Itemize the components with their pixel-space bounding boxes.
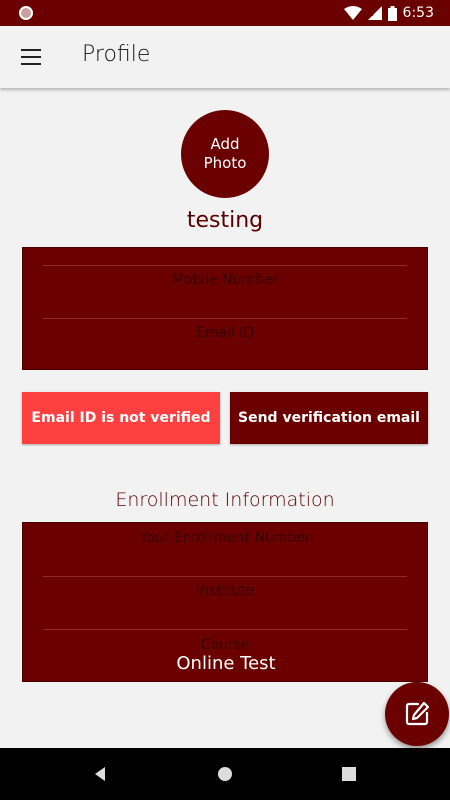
email-not-verified-badge: Email ID is not verified — [22, 392, 220, 444]
page-title: Profile — [82, 42, 151, 67]
add-photo-label-line1: Add — [210, 135, 240, 153]
field-divider — [43, 318, 407, 319]
field-divider — [43, 576, 407, 577]
user-name: testing — [186, 208, 264, 233]
status-bar: 6:53 — [0, 0, 450, 26]
edit-icon — [405, 701, 430, 726]
institute-placeholder: Institute — [195, 583, 255, 599]
enrollment-number-placeholder: Your Enrollment Number — [139, 530, 311, 546]
institute-field[interactable]: Institute — [43, 576, 407, 628]
edit-profile-button[interactable] — [385, 682, 449, 746]
home-button[interactable] — [195, 748, 255, 800]
course-value: Online Test — [176, 653, 276, 674]
recents-icon — [342, 767, 356, 781]
signal-icon — [367, 6, 382, 20]
mobile-number-placeholder: Mobile Number — [171, 272, 279, 288]
back-icon — [95, 767, 105, 781]
battery-icon — [387, 5, 397, 21]
recents-button[interactable] — [319, 748, 379, 800]
contact-panel: Mobile Number Email ID — [22, 247, 428, 370]
mobile-number-field[interactable]: Mobile Number — [43, 265, 407, 315]
menu-icon[interactable] — [19, 46, 43, 68]
send-verification-email-button[interactable]: Send verification email — [230, 392, 428, 444]
enrollment-number-field[interactable]: Your Enrollment Number — [43, 523, 407, 575]
add-photo-label-line2: Photo — [203, 154, 247, 172]
email-field[interactable]: Email ID — [43, 318, 407, 368]
notification-icon — [19, 6, 33, 20]
app-bar: Profile — [0, 26, 450, 88]
email-placeholder: Email ID — [195, 325, 255, 341]
field-divider — [43, 265, 407, 266]
course-placeholder: Course — [200, 637, 250, 653]
enrollment-section-title: Enrollment Information — [115, 489, 335, 511]
enrollment-panel: Your Enrollment Number Institute Course … — [22, 522, 428, 682]
home-icon — [218, 767, 232, 781]
wifi-icon — [343, 6, 362, 20]
status-time: 6:53 — [402, 5, 434, 21]
system-nav-bar — [0, 748, 450, 800]
back-button[interactable] — [70, 748, 130, 800]
field-divider — [43, 629, 407, 630]
add-photo-button[interactable]: Add Photo — [181, 110, 269, 198]
status-icons: 6:53 — [343, 4, 434, 22]
